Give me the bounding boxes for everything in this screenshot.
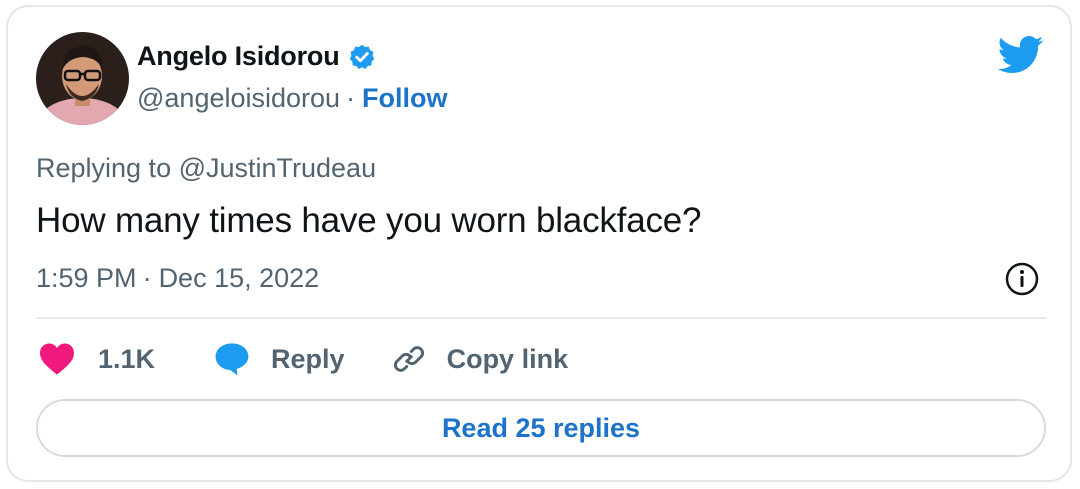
info-icon[interactable] [1004, 261, 1040, 297]
author-handle[interactable]: @angeloisidorou [137, 83, 340, 114]
divider [36, 317, 1046, 319]
tweet-card: Angelo Isidorou @angeloisidorou · Follow… [6, 5, 1072, 482]
copy-link-label: Copy link [446, 343, 569, 374]
tweet-text: How many times have you worn blackface? [36, 201, 702, 240]
like-count: 1.1K [98, 343, 156, 374]
heart-icon [38, 342, 76, 376]
link-icon [391, 341, 427, 377]
reply-label: Reply [271, 343, 345, 374]
read-replies-button[interactable]: Read 25 replies [36, 399, 1046, 457]
author-name[interactable]: Angelo Isidorou [137, 41, 340, 72]
author-handle-row: @angeloisidorou · Follow [137, 83, 448, 114]
author-name-row: Angelo Isidorou [137, 41, 376, 72]
avatar[interactable] [36, 32, 129, 125]
timestamp-separator: · [142, 263, 152, 293]
reply-button[interactable]: Reply [213, 341, 345, 377]
action-bar: 1.1K Reply Copy link [38, 337, 568, 381]
replying-to[interactable]: Replying to @JustinTrudeau [36, 153, 376, 184]
tweet-timestamp[interactable]: 1:59 PM · Dec 15, 2022 [36, 263, 319, 294]
follow-button[interactable]: Follow [362, 83, 447, 114]
tweet-date: Dec 15, 2022 [158, 263, 320, 293]
like-button[interactable]: 1.1K [38, 342, 155, 376]
verified-badge-icon [348, 43, 376, 71]
copy-link-button[interactable]: Copy link [391, 341, 569, 377]
handle-separator: · [346, 83, 356, 113]
twitter-bird-icon[interactable] [997, 35, 1044, 75]
tweet-time: 1:59 PM [36, 263, 137, 293]
speech-bubble-icon [213, 341, 251, 377]
